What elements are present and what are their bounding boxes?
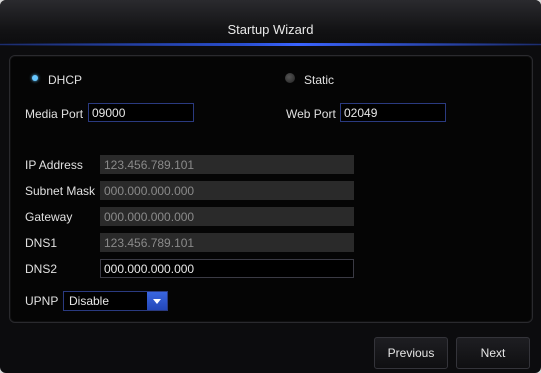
ip-address-field: 123.456.789.101 bbox=[100, 155, 354, 174]
upnp-label: UPNP bbox=[25, 294, 59, 308]
upnp-select[interactable]: Disable bbox=[63, 291, 168, 311]
web-port-label: Web Port bbox=[286, 107, 336, 121]
chevron-down-icon[interactable] bbox=[147, 292, 167, 310]
media-port-field[interactable]: 09000 bbox=[88, 103, 194, 122]
media-port-label: Media Port bbox=[25, 107, 84, 121]
dhcp-label[interactable]: DHCP bbox=[48, 73, 82, 87]
dhcp-radio[interactable] bbox=[32, 75, 38, 81]
dns2-field[interactable]: 000.000.000.000 bbox=[100, 259, 354, 278]
gateway-label: Gateway bbox=[25, 210, 73, 224]
previous-button[interactable]: Previous bbox=[374, 337, 448, 369]
subnet-mask-field: 000.000.000.000 bbox=[100, 181, 354, 200]
startup-wizard-window: Startup Wizard DHCP Static Media Port 09… bbox=[0, 0, 541, 373]
static-label[interactable]: Static bbox=[304, 73, 334, 87]
ip-address-label: IP Address bbox=[25, 158, 83, 172]
window-title: Startup Wizard bbox=[227, 22, 314, 37]
web-port-field[interactable]: 02049 bbox=[340, 103, 446, 122]
dns1-label: DNS1 bbox=[25, 236, 58, 250]
static-radio[interactable] bbox=[285, 73, 295, 83]
gateway-field: 000.000.000.000 bbox=[100, 207, 354, 226]
subnet-mask-label: Subnet Mask bbox=[25, 184, 96, 198]
next-button[interactable]: Next bbox=[456, 337, 530, 369]
title-bar: Startup Wizard bbox=[0, 0, 541, 46]
dns1-field: 123.456.789.101 bbox=[100, 233, 354, 252]
upnp-select-value: Disable bbox=[69, 294, 110, 308]
dns2-label: DNS2 bbox=[25, 262, 58, 276]
